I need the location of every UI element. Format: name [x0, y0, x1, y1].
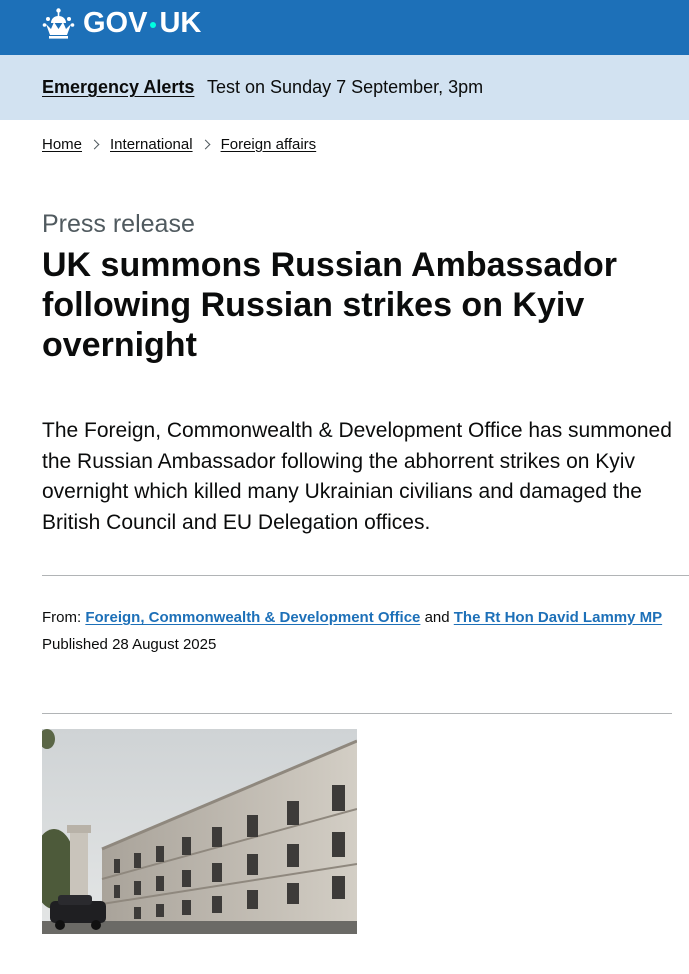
from-person-link[interactable]: The Rt Hon David Lammy MP [454, 609, 662, 626]
from-org-link[interactable]: Foreign, Commonwealth & Development Offi… [85, 609, 420, 626]
chevron-right-icon [89, 139, 100, 150]
page-caption: Press release [42, 210, 195, 238]
emergency-alert-text: Test on Sunday 7 September, 3pm [207, 77, 484, 97]
metadata-from: From: Foreign, Commonwealth & Developmen… [42, 609, 662, 626]
govuk-header: GOV UK [0, 0, 689, 55]
metadata-published: Published 28 August 2025 [42, 636, 216, 653]
lead-paragraph: The Foreign, Commonwealth & Development … [42, 419, 672, 534]
breadcrumb: Home International Foreign affairs [42, 136, 316, 153]
breadcrumb-home[interactable]: Home [42, 136, 82, 153]
breadcrumb-international[interactable]: International [110, 136, 193, 153]
logo-text-gov: GOV [83, 7, 148, 39]
breadcrumb-foreign-affairs[interactable]: Foreign affairs [221, 136, 317, 153]
govuk-logo-link[interactable]: GOV UK [42, 7, 201, 40]
published-date: 28 August 2025 [112, 636, 217, 653]
building-illustration [42, 729, 357, 934]
emergency-alerts-link[interactable]: Emergency Alerts [42, 77, 194, 98]
from-and-text: and [424, 609, 450, 626]
chevron-right-icon [200, 139, 211, 150]
published-label: Published [42, 636, 108, 653]
from-label: From: [42, 609, 82, 626]
section-divider [42, 713, 672, 714]
building-photo [42, 729, 357, 934]
logo-text-uk: UK [159, 7, 202, 39]
crown-icon [42, 8, 75, 39]
section-divider [42, 575, 689, 576]
page-title: UK summons Russian Ambassador following … [42, 246, 617, 364]
logo-dot [150, 21, 157, 28]
